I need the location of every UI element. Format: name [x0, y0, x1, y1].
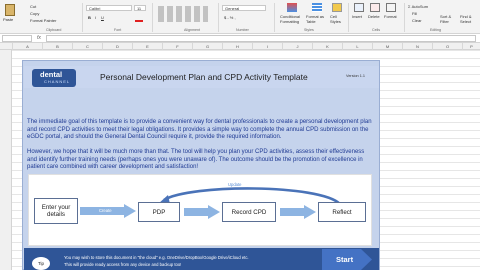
logo-text-top: dental — [40, 70, 63, 79]
column-p[interactable]: P — [462, 43, 480, 50]
autosum-button[interactable]: Σ AutoSum — [408, 4, 428, 9]
formula-input[interactable] — [46, 35, 476, 42]
clear-button[interactable]: Clear — [412, 18, 422, 23]
format-as-table-button[interactable]: Format as Table — [306, 3, 328, 27]
page-title: Personal Development Plan and CPD Activi… — [100, 72, 308, 82]
format-painter-button[interactable]: Format Painter — [30, 18, 56, 23]
pdp-to-record-arrow — [184, 205, 220, 219]
conditional-formatting-button[interactable]: Conditional Formatting — [280, 3, 304, 27]
find-select-button[interactable]: Find & Select — [460, 3, 478, 27]
cells-group-label: Cells — [372, 28, 380, 32]
column-m[interactable]: M — [372, 43, 402, 50]
sort-filter-button[interactable]: Sort & Filter — [440, 3, 458, 27]
tip-icon: Tip — [32, 257, 50, 270]
reflect-button[interactable]: Reflect — [318, 202, 366, 222]
format-as-table-label: Format as Table — [306, 14, 325, 24]
currency-button[interactable]: $ - % , — [224, 15, 236, 20]
alignment-group-label: Alignment — [184, 28, 200, 32]
cell-styles-label: Cell Styles — [330, 14, 341, 24]
column-g[interactable]: G — [192, 43, 222, 50]
ribbon: Paste Cut Copy Format Painter Clipboard … — [0, 0, 480, 34]
paste-icon — [5, 4, 15, 16]
cell-styles-button[interactable]: Cell Styles — [330, 3, 344, 27]
find-select-label: Find & Select — [460, 14, 472, 24]
styles-group-label: Styles — [304, 28, 314, 32]
column-header: A B C D E F G H I J K L M N O P — [0, 43, 480, 50]
separator — [152, 3, 153, 32]
font-name-value: Calibri — [89, 6, 101, 11]
delete-icon — [370, 3, 380, 12]
font-size-select[interactable]: 11 — [134, 5, 146, 11]
row-header — [0, 50, 12, 270]
paste-button[interactable]: Paste — [3, 3, 17, 22]
font-name-select[interactable]: Calibri — [86, 5, 132, 11]
formula-bar: fx — [0, 34, 480, 43]
create-label: Create — [99, 208, 112, 213]
number-group-label: Number — [236, 28, 249, 32]
column-i[interactable]: I — [252, 43, 282, 50]
enter-details-button[interactable]: Enter your details — [34, 198, 78, 224]
bold-button[interactable]: B — [88, 15, 91, 20]
number-format-select[interactable]: General — [222, 5, 266, 11]
column-d[interactable]: D — [102, 43, 132, 50]
goal-paragraph: However, we hope that it will be much mo… — [27, 149, 365, 171]
cell-styles-icon — [332, 3, 342, 12]
italic-button[interactable]: I — [95, 15, 96, 20]
column-c[interactable]: C — [72, 43, 102, 50]
separator — [274, 3, 275, 32]
column-a[interactable]: A — [12, 43, 42, 50]
insert-button[interactable]: Insert — [352, 3, 366, 27]
column-h[interactable]: H — [222, 43, 252, 50]
pdp-button[interactable]: PDP — [138, 202, 180, 222]
insert-label: Insert — [352, 14, 363, 19]
clipboard-group-label: Clipboard — [46, 28, 62, 32]
copy-button[interactable]: Copy — [30, 11, 39, 16]
update-label: Update — [228, 182, 242, 187]
font-size-value: 11 — [137, 6, 142, 11]
name-box[interactable] — [2, 35, 32, 42]
editing-group-label: Editing — [430, 28, 441, 32]
separator — [218, 3, 219, 32]
format-label: Format — [384, 14, 397, 19]
conditional-formatting-icon — [287, 3, 297, 12]
column-j[interactable]: J — [282, 43, 312, 50]
delete-button[interactable]: Delete — [368, 3, 382, 27]
sort-filter-label: Sort & Filter — [440, 14, 452, 24]
autosum-label: AutoSum — [411, 4, 429, 9]
separator — [82, 3, 83, 32]
column-f[interactable]: F — [162, 43, 192, 50]
fill-button[interactable]: Fill — [412, 11, 417, 16]
separator — [348, 3, 349, 32]
table-icon — [312, 3, 322, 12]
insert-icon — [354, 3, 364, 12]
format-icon — [386, 3, 396, 12]
column-b[interactable]: B — [42, 43, 72, 50]
font-group-label: Font — [114, 28, 122, 32]
delete-label: Delete — [368, 14, 380, 19]
font-color-icon[interactable] — [135, 20, 143, 22]
number-format-value: General — [225, 6, 240, 11]
intro-paragraph: The immediate goal of this template is t… — [27, 119, 372, 141]
separator — [404, 3, 405, 32]
version-label: Version 1.1 — [346, 74, 365, 78]
format-button[interactable]: Format — [384, 3, 398, 27]
column-k[interactable]: K — [312, 43, 342, 50]
column-l[interactable]: L — [342, 43, 372, 50]
logo-text-bottom: CHANNEL — [44, 79, 71, 84]
column-e[interactable]: E — [132, 43, 162, 50]
fx-label: fx — [37, 35, 41, 41]
tip-text-line1: You may wish to store this document in "… — [64, 255, 249, 260]
align-icons[interactable] — [158, 6, 208, 22]
record-to-reflect-arrow — [280, 205, 316, 219]
conditional-formatting-label: Conditional Formatting — [280, 14, 301, 24]
underline-button[interactable]: U — [101, 15, 104, 20]
record-cpd-button[interactable]: Record CPD — [222, 202, 276, 222]
paste-label: Paste — [3, 17, 14, 22]
column-o[interactable]: O — [432, 43, 462, 50]
column-n[interactable]: N — [402, 43, 432, 50]
tip-text-line2: This will provide ready access from any … — [64, 262, 182, 267]
cut-button[interactable]: Cut — [30, 4, 36, 9]
